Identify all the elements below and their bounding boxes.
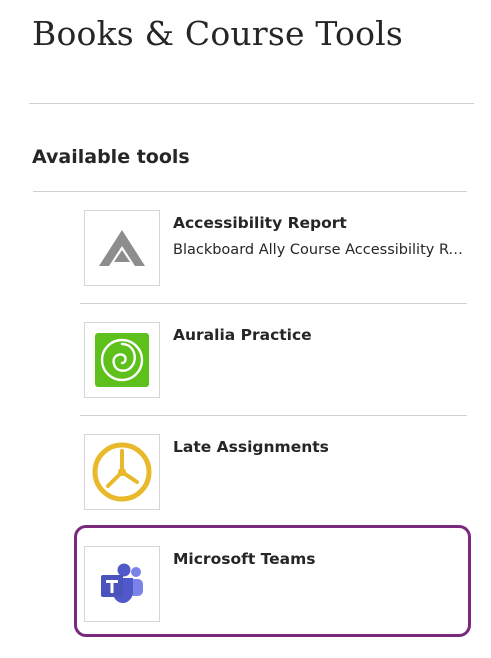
tool-name: Late Assignments (173, 438, 329, 456)
tool-name: Auralia Practice (173, 326, 312, 344)
page-title: Books & Course Tools (32, 14, 404, 53)
section-title: Available tools (32, 146, 190, 168)
microsoft-teams-icon (84, 546, 160, 622)
auralia-spiral-icon (84, 322, 160, 398)
tool-item-auralia-practice[interactable]: Auralia Practice (80, 304, 467, 416)
tool-item-late-assignments[interactable]: Late Assignments (80, 416, 467, 528)
tool-item-accessibility-report[interactable]: Accessibility Report Blackboard Ally Cou… (80, 192, 467, 304)
ally-a-icon (84, 210, 160, 286)
books-course-tools-page: Books & Course Tools Available tools Acc… (0, 0, 491, 658)
tool-name: Accessibility Report (173, 214, 347, 232)
tool-name: Microsoft Teams (173, 550, 316, 568)
tool-item-microsoft-teams[interactable]: Microsoft Teams (80, 528, 467, 640)
tool-description: Blackboard Ally Course Accessibility Rep… (173, 242, 465, 258)
clock-icon (84, 434, 160, 510)
divider (29, 103, 474, 104)
